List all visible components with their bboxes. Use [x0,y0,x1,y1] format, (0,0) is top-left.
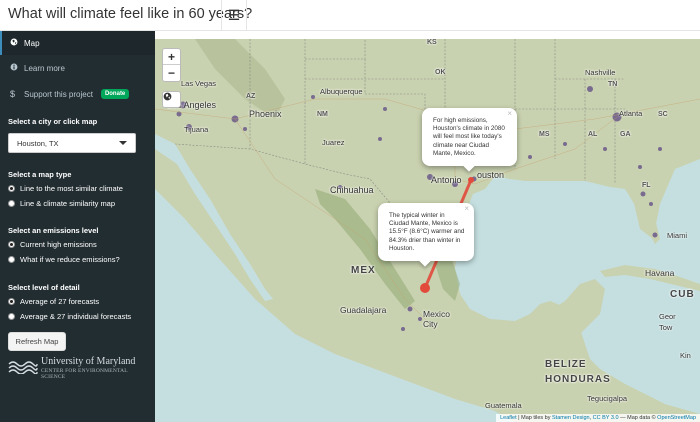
map-label-ms: MS [539,131,550,138]
logo-title: University of Maryland [41,356,136,367]
map-label-antonio: Antonio [431,175,462,185]
radio-button[interactable] [8,185,15,192]
emissions-option-high[interactable]: Current high emissions [8,240,97,249]
map-label-las-vegas: Las Vegas [181,79,217,88]
dollar-icon: $ [10,89,16,99]
leaflet-link[interactable]: Leaflet [500,415,517,421]
map-label-guadalajara: Guadalajara [340,305,387,315]
attribution-text: — Map data © [618,415,658,421]
map-label-cuba: CUB [670,289,695,300]
map-label-atlanta: Atlanta [619,109,643,118]
radio-button[interactable] [8,313,15,320]
ccby-link[interactable]: CC BY 3.0 [593,415,619,421]
detail-option-average[interactable]: Average of 27 forecasts [8,297,99,306]
map-label-az: AZ [246,93,256,100]
map-label-havana: Havana [645,268,675,278]
city-select-label: Select a city or click map [8,117,98,126]
radio-button[interactable] [8,241,15,248]
umd-mark-icon [8,361,38,374]
sidebar-item-label: Learn more [24,63,65,73]
map-label-ks: KS [427,39,437,46]
map-label-tn: TN [608,81,618,88]
globe-icon [163,92,172,101]
close-icon[interactable]: × [507,109,512,118]
map-label-al: AL [588,131,598,138]
houston-popup-text: For high emissions, Houston's climate in… [433,117,505,157]
close-icon[interactable]: × [464,204,469,213]
map-label-mexico-city: Mexico City [423,309,450,329]
sidebar-item-map[interactable]: Map [0,31,155,55]
radio-label: What if we reduce emissions? [20,255,120,264]
radio-label: Average & 27 individual forecasts [20,312,132,321]
logo-subtitle: CENTER FOR ENVIRONMENTAL SCIENCE [41,368,128,380]
app-title: What will climate feel like in 60 years? [8,6,253,22]
attribution-text: | Map tiles by [516,415,552,421]
radio-button[interactable] [8,298,15,305]
refresh-map-button[interactable]: Refresh Map [8,332,66,351]
radio-label: Current high emissions [20,240,97,249]
climate-map[interactable]: Las Vegas Los Angeles Tijuana Phoenix AZ… [155,39,700,422]
globe-icon [10,38,24,48]
emissions-option-reduce[interactable]: What if we reduce emissions? [8,255,120,264]
stamen-link[interactable]: Stamen Design [552,415,590,421]
sidebar: Map Learn more $ Support this project Do… [0,31,155,422]
map-label-juarez: Juarez [322,138,345,147]
city-select[interactable]: Houston, TX [8,133,136,153]
map-label-george-town: Geor Tow [659,312,676,332]
emissions-label: Select an emissions level [8,226,99,235]
map-label-houston: ouston [477,170,505,180]
map-label-guatemala: Guatemala [485,401,522,410]
map-label-kingston: Kin [680,351,691,360]
map-label-chihuahua: Chihuahua [330,185,374,195]
map-label-tijuana: Tijuana [184,125,209,134]
locate-globe-button[interactable] [162,91,181,108]
info-icon [10,63,24,73]
hamburger-icon[interactable]: ☰ [221,0,247,31]
ciudad-mante-popup-text: The typical winter in Ciudad Mante, Mexi… [389,212,465,252]
map-label-fl: FL [642,182,651,189]
map-label-albuquerque: Albuquerque [320,87,363,96]
map-attribution: Leaflet | Map tiles by Stamen Design, CC… [496,414,700,422]
umd-logo: University of Maryland CENTER FOR ENVIRO… [8,356,148,380]
zoom-in-button[interactable]: + [163,49,180,65]
map-label-mexico: MEX [351,265,376,276]
detail-option-individual[interactable]: Average & 27 individual forecasts [8,312,131,321]
radio-label: Line to the most similar climate [20,184,123,193]
donate-badge[interactable]: Donate [100,89,130,99]
map-label-sc: SC [658,111,668,118]
map-label-honduras: HONDURAS [545,374,611,385]
map-type-option-line[interactable]: Line to the most similar climate [8,184,123,193]
city-select-value: Houston, TX [17,138,59,148]
map-label-tegucigalpa: Tegucigalpa [587,394,628,403]
radio-label: Average of 27 forecasts [20,297,100,306]
sidebar-item-support[interactable]: $ Support this project Donate [0,82,155,106]
caret-down-icon [119,141,127,145]
map-label-nm: NM [317,111,328,118]
detail-label: Select level of detail [8,283,80,292]
sidebar-item-label: Support this project [24,89,93,99]
osm-link[interactable]: OpenStreetMap [657,415,696,421]
houston-popup: × For high emissions, Houston's climate … [422,108,517,172]
map-type-label: Select a map type [8,170,72,179]
zoom-control: + − [162,48,181,82]
sidebar-item-learn-more[interactable]: Learn more [0,56,155,80]
map-label-ok: OK [435,69,446,76]
radio-label: Line & climate similarity map [20,199,116,208]
radio-button[interactable] [8,200,15,207]
ciudad-mante-popup: × The typical winter in Ciudad Mante, Me… [378,203,474,267]
radio-button[interactable] [8,256,15,263]
map-label-miami: Miami [667,231,687,240]
map-label-belize: BELIZE [545,359,587,370]
map-label-ga: GA [620,131,631,138]
map-type-option-similarity[interactable]: Line & climate similarity map [8,199,115,208]
sidebar-item-label: Map [24,38,40,48]
app-header: What will climate feel like in 60 years?… [0,0,700,31]
map-label-phoenix: Phoenix [249,109,282,119]
zoom-out-button[interactable]: − [163,65,180,81]
map-label-nashville: Nashville [585,68,616,77]
